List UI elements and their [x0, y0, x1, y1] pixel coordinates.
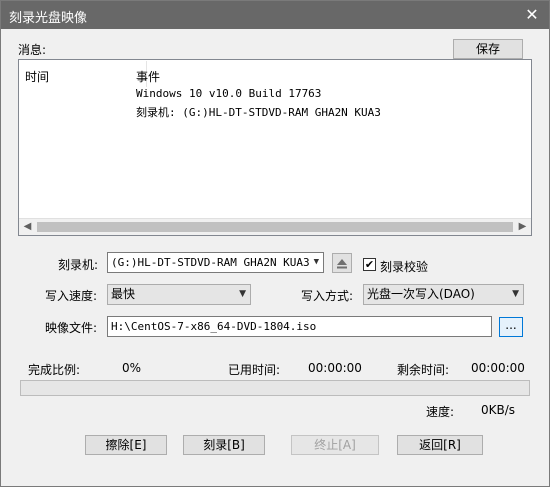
list-item: Windows 10 v10.0 Build 17763 [136, 87, 322, 100]
image-file-input[interactable]: H:\CentOS-7-x86_64-DVD-1804.iso [107, 316, 492, 337]
remaining-value: 00:00:00 [471, 361, 525, 375]
erase-button[interactable]: 擦除[E] [85, 435, 167, 455]
title-bar[interactable]: 刻录光盘映像 ✕ [1, 1, 549, 29]
scroll-thumb[interactable] [37, 222, 513, 232]
scroll-right-icon[interactable]: ▶ [514, 219, 531, 235]
speed-status-value: 0KB/s [481, 403, 516, 417]
messages-label: 消息: [18, 43, 47, 57]
complete-label: 完成比例: [28, 363, 81, 377]
burner-select[interactable]: (G:)HL-DT-STDVD-RAM GHA2N KUA3 ▼ [107, 252, 324, 273]
eject-icon [337, 259, 347, 269]
stop-button[interactable]: 终止[A] [291, 435, 379, 455]
speed-select[interactable]: 最快 ▼ [107, 284, 251, 305]
window-title: 刻录光盘映像 [9, 11, 88, 26]
burn-image-dialog: 刻录光盘映像 ✕ 消息: 保存 时间 事件 Windows 10 v10.0 B… [0, 0, 550, 487]
verify-checkbox[interactable]: ✔ [363, 258, 376, 271]
progress-bar [20, 380, 530, 396]
burner-label: 刻录机: [58, 258, 99, 272]
write-mode-value: 光盘一次写入(DAO) [367, 287, 475, 301]
elapsed-value: 00:00:00 [308, 361, 362, 375]
eject-button[interactable] [332, 253, 352, 273]
browse-button[interactable]: ... [499, 317, 523, 337]
speed-value: 最快 [111, 287, 136, 301]
remaining-label: 剩余时间: [397, 363, 450, 377]
back-button[interactable]: 返回[R] [397, 435, 483, 455]
close-icon[interactable]: ✕ [515, 1, 549, 29]
save-button[interactable]: 保存 [453, 39, 523, 59]
horizontal-scrollbar[interactable]: ◀ ▶ [19, 218, 531, 235]
speed-status-label: 速度: [426, 405, 455, 419]
message-list[interactable]: 时间 事件 Windows 10 v10.0 Build 17763 刻录机: … [18, 59, 532, 236]
column-header-event[interactable]: 事件 [136, 68, 160, 85]
verify-label[interactable]: 刻录校验 [380, 258, 428, 275]
chevron-down-icon: ▼ [239, 289, 246, 299]
write-mode-select[interactable]: 光盘一次写入(DAO) ▼ [363, 284, 524, 305]
burn-button[interactable]: 刻录[B] [183, 435, 265, 455]
scroll-left-icon[interactable]: ◀ [19, 219, 36, 235]
column-header-time[interactable]: 时间 [25, 68, 49, 85]
speed-label: 写入速度: [45, 289, 98, 303]
write-mode-label: 写入方式: [301, 289, 354, 303]
complete-value: 0% [122, 361, 142, 375]
burner-value: (G:)HL-DT-STDVD-RAM GHA2N KUA3 [111, 256, 310, 269]
image-file-value: H:\CentOS-7-x86_64-DVD-1804.iso [111, 320, 317, 333]
list-item: 刻录机: (G:)HL-DT-STDVD-RAM GHA2N KUA3 [136, 106, 381, 119]
chevron-down-icon: ▼ [512, 289, 519, 299]
elapsed-label: 已用时间: [228, 363, 281, 377]
chevron-down-icon: ▼ [313, 257, 319, 267]
image-file-label: 映像文件: [45, 321, 98, 335]
